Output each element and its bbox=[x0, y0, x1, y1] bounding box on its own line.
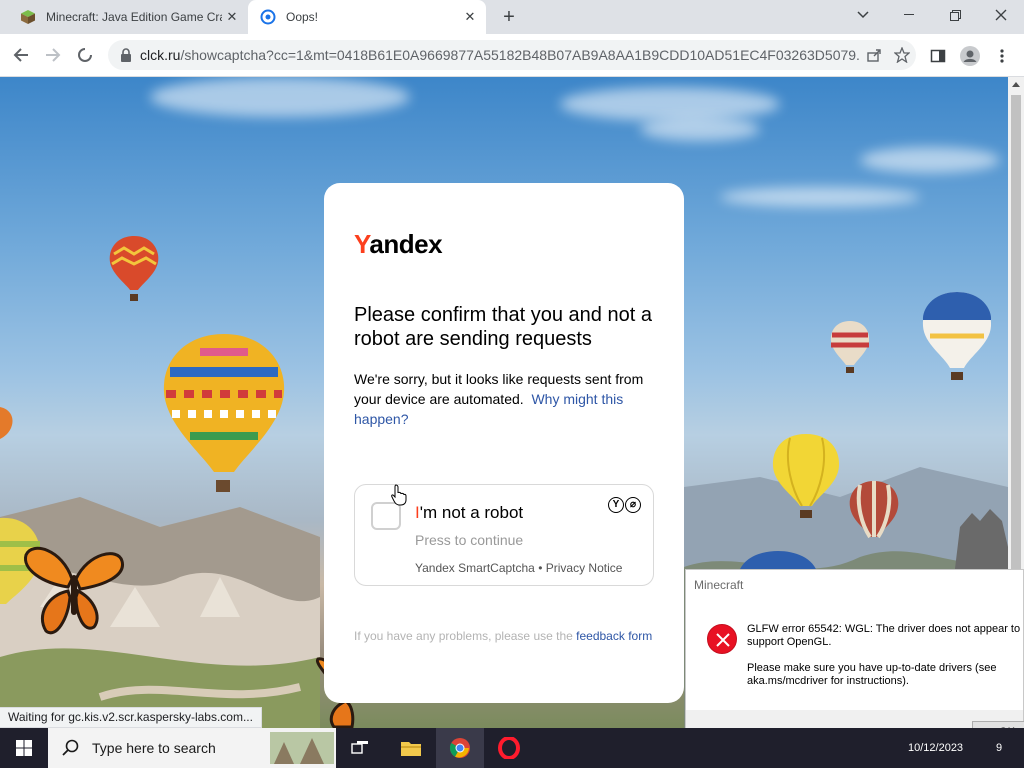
yandex-logo: Yandex bbox=[354, 229, 443, 260]
captcha-description: We're sorry, but it looks like requests … bbox=[354, 369, 664, 429]
start-button[interactable] bbox=[0, 728, 48, 768]
share-icon[interactable] bbox=[860, 41, 888, 69]
url-text[interactable]: clck.ru/showcaptcha?cc=1&mt=0418B61E0A96… bbox=[140, 47, 860, 63]
taskbar-search-box[interactable]: Type here to search bbox=[48, 728, 336, 768]
scrollbar-thumb[interactable] bbox=[1011, 95, 1021, 575]
captcha-links: Yandex SmartCaptcha • Privacy Notice bbox=[415, 561, 622, 575]
browser-toolbar: clck.ru/showcaptcha?cc=1&mt=0418B61E0A96… bbox=[0, 34, 1024, 77]
back-arrow-icon[interactable] bbox=[8, 42, 34, 68]
feedback-text: If you have any problems, please use the… bbox=[354, 627, 654, 645]
slash-circle-icon: ⌀ bbox=[625, 497, 641, 513]
cloud bbox=[860, 147, 1000, 173]
minimize-button[interactable] bbox=[886, 0, 932, 30]
dialog-title[interactable]: Minecraft bbox=[686, 570, 1023, 600]
tab-strip: Minecraft: Java Edition Game Cra ✕ Oops!… bbox=[0, 0, 1024, 34]
label-rest: 'm not a robot bbox=[419, 503, 524, 522]
tab-oops[interactable]: Oops! ✕ bbox=[248, 0, 486, 34]
hot-air-balloon bbox=[849, 481, 899, 539]
logo-letter-y: Y bbox=[354, 229, 370, 259]
system-clock-date[interactable]: 10/12/2023 bbox=[908, 728, 963, 768]
notification-count-badge[interactable]: 9 bbox=[990, 728, 1008, 768]
error-line-1: GLFW error 65542: WGL: The driver does n… bbox=[747, 623, 1021, 648]
status-bar: Waiting for gc.kis.v2.scr.kaspersky-labs… bbox=[0, 707, 262, 728]
address-bar[interactable]: clck.ru/showcaptcha?cc=1&mt=0418B61E0A96… bbox=[108, 40, 916, 70]
feedback-prefix: If you have any problems, please use the bbox=[354, 629, 573, 643]
stop-loading-icon[interactable] bbox=[72, 42, 98, 68]
dialog-message: GLFW error 65542: WGL: The driver does n… bbox=[747, 623, 1024, 701]
more-menu-icon[interactable] bbox=[988, 42, 1016, 70]
rock-formation bbox=[954, 509, 1008, 577]
separator: • bbox=[538, 561, 543, 575]
error-icon bbox=[707, 624, 737, 654]
smartcaptcha-link[interactable]: Yandex SmartCaptcha bbox=[415, 561, 535, 575]
tab-title: Minecraft: Java Edition Game Cra bbox=[46, 10, 222, 24]
windows-taskbar: Type here to search 10/12/2023 9 bbox=[0, 728, 1024, 768]
loading-globe-icon bbox=[260, 9, 276, 25]
side-panel-icon[interactable] bbox=[924, 42, 952, 70]
hot-air-balloon bbox=[163, 334, 285, 492]
hot-air-balloon bbox=[109, 236, 159, 301]
opera-taskbar-icon[interactable] bbox=[485, 728, 533, 768]
windows-logo-icon bbox=[16, 740, 32, 756]
lock-icon[interactable] bbox=[120, 48, 132, 62]
close-tab-icon[interactable]: ✕ bbox=[460, 7, 480, 27]
url-host: clck.ru bbox=[140, 47, 181, 63]
tab-title: Oops! bbox=[286, 10, 319, 24]
hand-cursor-icon bbox=[391, 484, 407, 506]
tab-minecraft[interactable]: Minecraft: Java Edition Game Cra ✕ bbox=[8, 0, 248, 34]
cloud bbox=[640, 117, 760, 141]
privacy-notice-link[interactable]: Privacy Notice bbox=[546, 561, 623, 575]
feedback-form-link[interactable]: feedback form bbox=[576, 629, 652, 643]
logo-text: andex bbox=[369, 229, 443, 259]
search-placeholder: Type here to search bbox=[92, 740, 216, 756]
tab-search-chevron-icon[interactable] bbox=[840, 0, 886, 30]
not-robot-checkbox[interactable] bbox=[371, 502, 401, 530]
close-tab-icon[interactable]: ✕ bbox=[222, 7, 242, 27]
captcha-card: Yandex Please confirm that you and not a… bbox=[324, 183, 684, 703]
dialog-body: GLFW error 65542: WGL: The driver does n… bbox=[686, 600, 1023, 710]
hot-air-balloon bbox=[830, 321, 870, 373]
scroll-up-arrow-icon[interactable] bbox=[1012, 82, 1020, 87]
cloud bbox=[560, 87, 780, 121]
butterfly-decoration bbox=[24, 546, 124, 635]
search-highlight-image bbox=[270, 732, 334, 764]
url-path: /showcaptcha?cc=1&mt=0418B61E0A9669877A5… bbox=[180, 47, 860, 63]
restore-button[interactable] bbox=[932, 0, 978, 30]
checkbox-label[interactable]: I'm not a robot bbox=[415, 503, 523, 523]
file-explorer-icon[interactable] bbox=[387, 728, 435, 768]
close-window-button[interactable] bbox=[978, 0, 1024, 30]
bookmark-star-icon[interactable] bbox=[888, 41, 916, 69]
page-title: Please confirm that you and not a robot … bbox=[354, 304, 652, 350]
search-icon bbox=[62, 739, 79, 756]
cloud bbox=[720, 187, 920, 207]
hot-air-balloon bbox=[0, 407, 13, 439]
profile-avatar-icon[interactable] bbox=[956, 42, 984, 70]
yandex-captcha-badge-icon: Y ⌀ bbox=[608, 497, 641, 513]
chrome-taskbar-icon[interactable] bbox=[436, 728, 484, 768]
cloud bbox=[150, 77, 410, 117]
hot-air-balloon bbox=[922, 292, 992, 380]
minecraft-grass-block-icon bbox=[21, 10, 35, 24]
error-dialog: Minecraft GLFW error 65542: WGL: The dri… bbox=[685, 569, 1024, 752]
task-view-icon[interactable] bbox=[336, 728, 384, 768]
hot-air-balloon bbox=[772, 434, 840, 518]
error-line-2: Please make sure you have up-to-date dri… bbox=[747, 662, 997, 687]
y-circle-icon: Y bbox=[608, 497, 624, 513]
press-to-continue-text: Press to continue bbox=[415, 532, 524, 548]
new-tab-button[interactable]: + bbox=[498, 6, 520, 28]
forward-arrow-icon[interactable] bbox=[40, 42, 66, 68]
